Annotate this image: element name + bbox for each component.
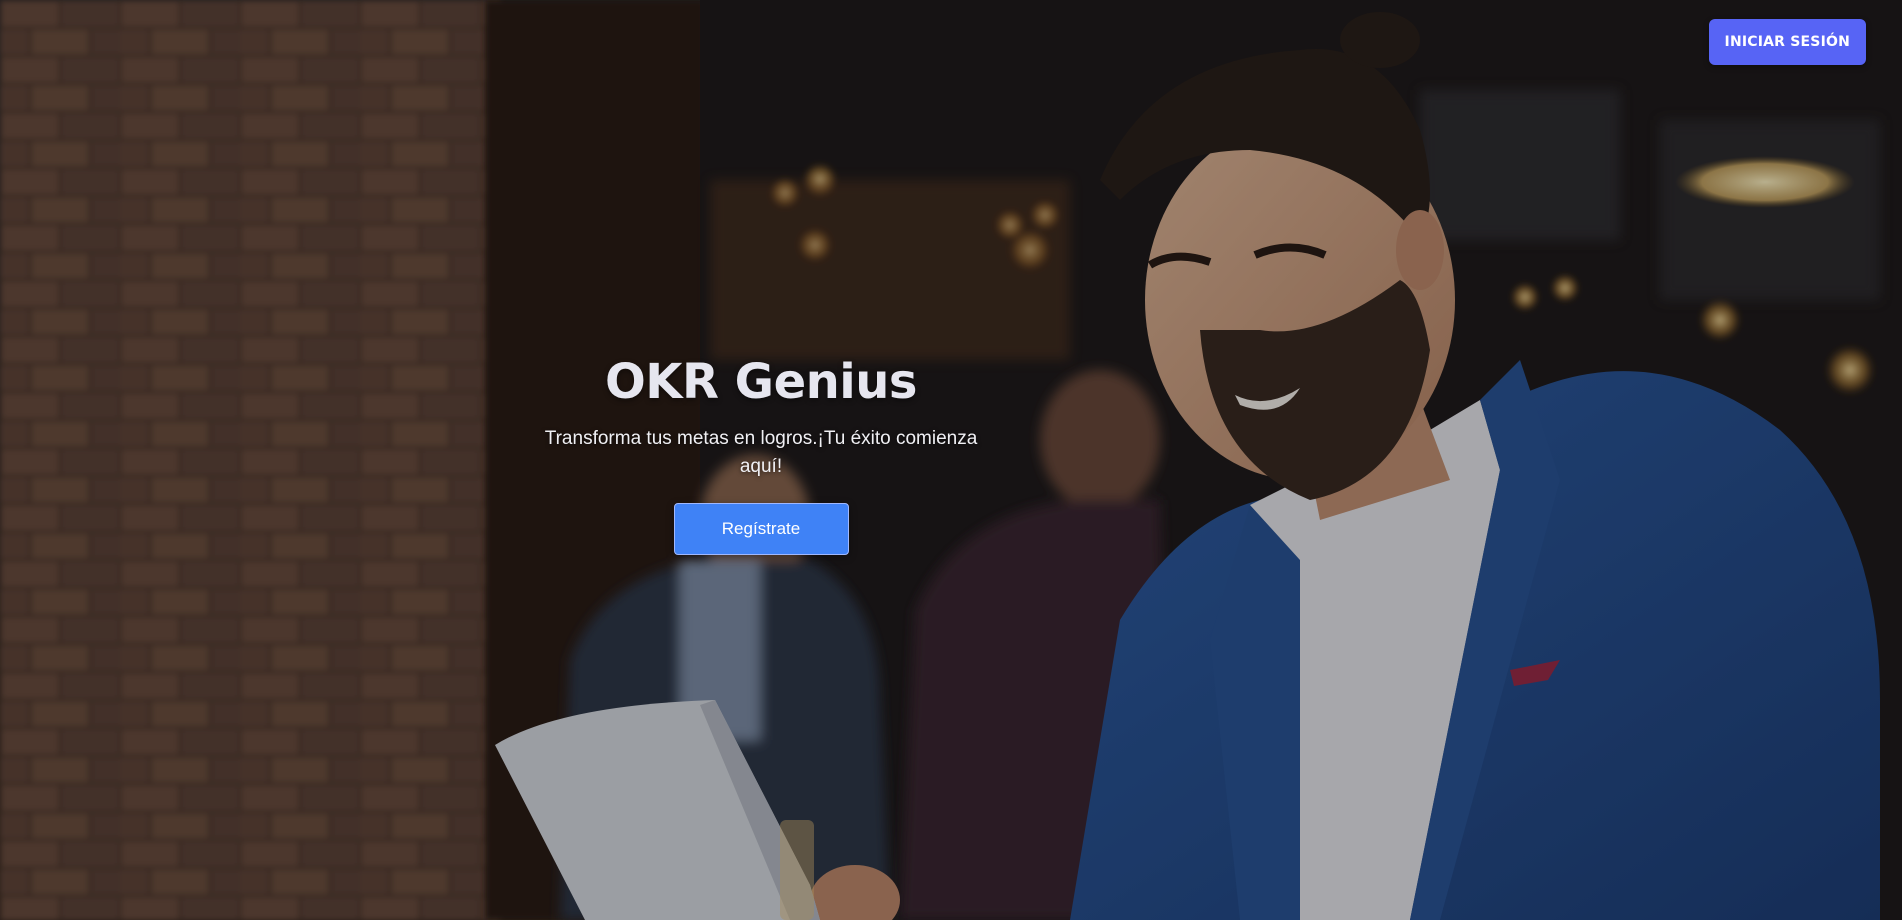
page-title: OKR Genius [605,354,918,410]
register-button[interactable]: Regístrate [673,503,849,555]
hero-subtitle: Transforma tus metas en logros.¡Tu éxito… [544,428,978,477]
login-button[interactable]: INICIAR SESIÓN [1708,19,1866,65]
hero-section: INICIAR SESIÓN OKR Genius Transforma tus… [0,0,1902,920]
hero-content: OKR Genius Transforma tus metas en logro… [0,345,1902,555]
hero-content-inner: OKR Genius Transforma tus metas en logro… [531,345,991,555]
